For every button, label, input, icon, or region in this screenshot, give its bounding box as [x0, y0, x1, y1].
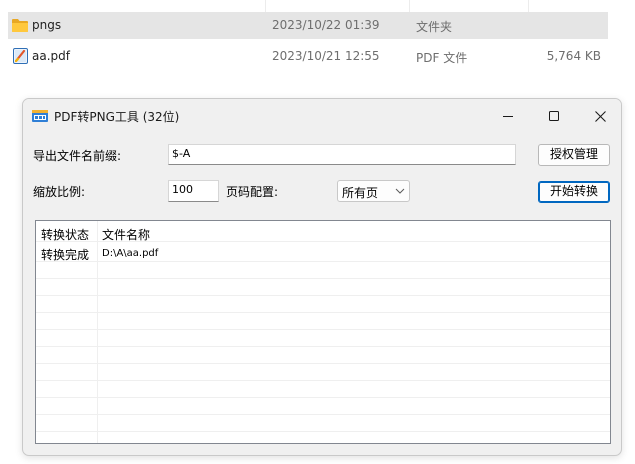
close-icon — [594, 110, 606, 122]
conversion-list[interactable]: 转换状态 文件名称 转换完成 D:\A\aa.pdf — [35, 220, 611, 444]
file-explorer-list: pngs 2023/10/22 01:39 文件夹 aa.pdf 2023/10… — [0, 0, 635, 96]
column-header-filename[interactable]: 文件名称 — [102, 226, 150, 243]
prefix-input[interactable]: $-A — [168, 144, 516, 165]
file-row-pngs[interactable]: pngs 2023/10/22 01:39 文件夹 — [8, 12, 608, 39]
app-icon — [32, 110, 48, 122]
file-row-aa-pdf[interactable]: aa.pdf 2023/10/21 12:55 PDF 文件 5,764 KB — [8, 43, 608, 70]
file-date: 2023/10/22 01:39 — [272, 18, 380, 32]
folder-icon — [12, 19, 28, 32]
list-item-empty — [36, 313, 610, 330]
chevron-down-icon — [395, 188, 405, 194]
list-item-empty — [36, 347, 610, 364]
maximize-icon — [549, 111, 559, 121]
pdf-to-png-window: PDF转PNG工具 (32位) 导出文件名前缀: $-A 授权管理 缩放比例: … — [22, 98, 622, 456]
page-config-select[interactable]: 所有页 — [337, 180, 410, 202]
page-config-label: 页码配置: — [226, 185, 279, 199]
list-item-empty — [36, 296, 610, 313]
column-header-status[interactable]: 转换状态 — [41, 226, 89, 243]
title-bar[interactable]: PDF转PNG工具 (32位) — [23, 99, 621, 133]
conversion-status: 转换完成 — [41, 248, 90, 262]
file-type: PDF 文件 — [416, 51, 468, 65]
list-item[interactable]: 转换完成 D:\A\aa.pdf — [36, 245, 610, 262]
file-name: aa.pdf — [32, 49, 70, 63]
start-conversion-button[interactable]: 开始转换 — [538, 181, 610, 203]
list-item-empty — [36, 364, 610, 381]
scale-label: 缩放比例: — [33, 185, 86, 199]
list-header: 转换状态 文件名称 — [36, 225, 610, 242]
page-config-value: 所有页 — [342, 186, 379, 200]
window-title: PDF转PNG工具 (32位) — [54, 110, 180, 124]
pdf-file-icon — [13, 48, 28, 64]
file-date: 2023/10/21 12:55 — [272, 49, 380, 63]
file-name: pngs — [32, 18, 62, 32]
list-item-empty — [36, 381, 610, 398]
license-management-button[interactable]: 授权管理 — [538, 144, 610, 166]
list-item-empty — [36, 398, 610, 415]
list-item-empty — [36, 415, 610, 432]
list-item-empty — [36, 330, 610, 347]
maximize-button[interactable] — [531, 99, 577, 133]
scale-input[interactable]: 100 — [168, 180, 219, 202]
file-size: 5,764 KB — [546, 49, 601, 63]
prefix-label: 导出文件名前缀: — [33, 149, 122, 163]
list-item-empty — [36, 262, 610, 279]
file-type: 文件夹 — [416, 20, 453, 34]
minimize-icon — [503, 116, 513, 117]
list-item-empty — [36, 279, 610, 296]
file-path: D:\A\aa.pdf — [102, 248, 159, 259]
close-button[interactable] — [577, 99, 621, 133]
minimize-button[interactable] — [485, 99, 531, 133]
